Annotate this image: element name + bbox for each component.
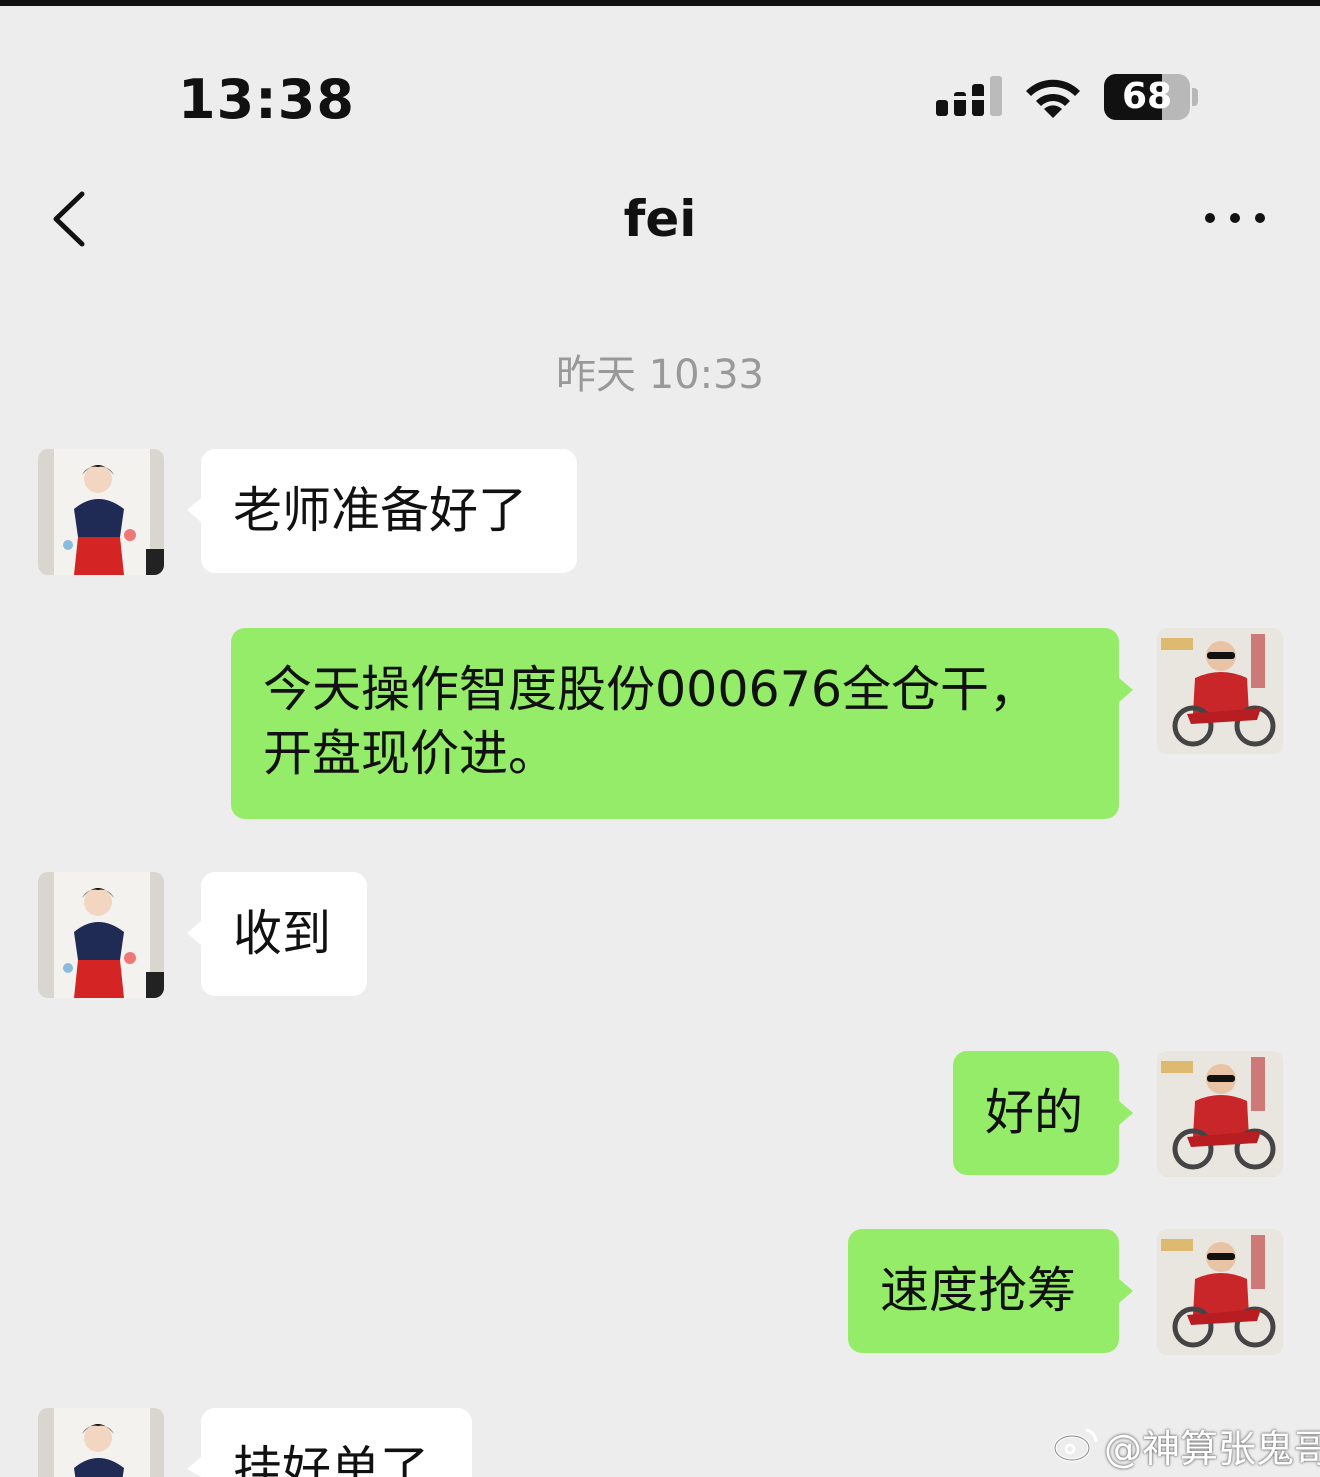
message-text: 好的 — [985, 1084, 1084, 1141]
message-timestamp: 昨天 10:33 — [556, 352, 764, 398]
status-time: 13:38 — [178, 68, 355, 131]
message-bubble-outgoing[interactable]: 今天操作智度股份000676全仓干，开盘现价进。 — [231, 628, 1119, 819]
contact-avatar[interactable] — [38, 449, 164, 575]
bubble-tail — [187, 498, 201, 522]
bubble-tail — [1119, 1101, 1133, 1125]
message-bubble-outgoing[interactable]: 速度抢筹 — [848, 1229, 1119, 1353]
contact-avatar[interactable] — [38, 872, 164, 998]
wifi-icon — [1026, 79, 1080, 118]
message-bubble-incoming[interactable]: 收到 — [201, 872, 367, 996]
message-text: 今天操作智度股份000676全仓干，开盘现价进。 — [263, 661, 1039, 782]
my-avatar[interactable] — [1157, 1051, 1283, 1177]
my-avatar[interactable] — [1157, 1229, 1283, 1355]
battery-percent: 68 — [1121, 76, 1173, 117]
message-text: 速度抢筹 — [880, 1262, 1077, 1319]
message-bubble-incoming[interactable]: 老师准备好了 — [201, 449, 577, 573]
bubble-tail — [187, 1457, 201, 1477]
my-avatar[interactable] — [1157, 628, 1283, 754]
battery-cap — [1192, 88, 1198, 106]
top-edge — [0, 0, 1320, 6]
more-options-icon[interactable] — [1200, 200, 1270, 236]
bubble-tail — [1119, 678, 1133, 702]
message-text: 挂好单了 — [233, 1441, 430, 1477]
contact-avatar[interactable] — [38, 1408, 164, 1477]
message-bubble-incoming[interactable]: 挂好单了 — [201, 1408, 472, 1477]
message-text: 收到 — [233, 905, 332, 962]
message-bubble-outgoing[interactable]: 好的 — [953, 1051, 1119, 1175]
watermark-text: @神算张鬼哥 — [1104, 1427, 1320, 1471]
back-chevron-icon[interactable] — [46, 188, 96, 250]
chat-title: fei — [623, 190, 697, 248]
weibo-logo-icon — [1053, 1428, 1098, 1462]
bubble-tail — [187, 921, 201, 945]
battery-icon: 68 — [1104, 74, 1190, 120]
message-text: 老师准备好了 — [233, 482, 528, 539]
bubble-tail — [1119, 1279, 1133, 1303]
cellular-signal-icon — [936, 76, 1002, 116]
